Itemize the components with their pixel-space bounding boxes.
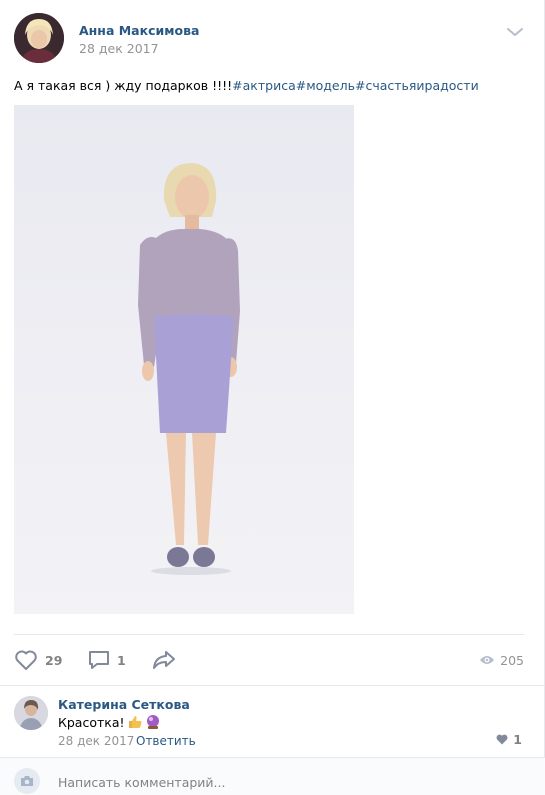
views-indicator: 205 xyxy=(479,647,524,673)
comment-like-count: 1 xyxy=(513,732,522,747)
like-count: 29 xyxy=(45,652,63,668)
comment-author-avatar[interactable] xyxy=(14,696,48,730)
comment-icon xyxy=(89,651,109,669)
camera-icon[interactable] xyxy=(14,768,40,794)
comments-divider xyxy=(0,685,545,686)
like-button[interactable]: 29 xyxy=(14,647,62,673)
eye-icon xyxy=(480,656,495,664)
views-count: 205 xyxy=(500,652,524,668)
comment-like-button[interactable]: 1 xyxy=(496,732,522,747)
share-button[interactable] xyxy=(152,647,176,673)
comment-button[interactable]: 1 xyxy=(88,647,126,673)
chevron-down-icon[interactable] xyxy=(505,24,525,40)
post-date[interactable]: 28 дек 2017 xyxy=(79,41,159,56)
crystal-ball-emoji-icon xyxy=(146,715,159,729)
share-icon xyxy=(153,651,175,669)
avatar-photo xyxy=(14,696,48,730)
post-author-name[interactable]: Анна Максимова xyxy=(79,23,199,38)
post-actions: 29 1 205 xyxy=(14,647,524,673)
post-hashtags[interactable]: #актриса#модель#счастьяирадости xyxy=(232,78,479,93)
comment-count: 1 xyxy=(117,652,126,668)
comment-date[interactable]: 28 дек 2017 xyxy=(58,734,134,748)
thumbs-up-emoji-icon xyxy=(128,716,141,728)
post-text: А я такая вся ) жду подарков !!!!#актрис… xyxy=(14,78,479,93)
avatar-photo xyxy=(14,13,64,63)
post-photo[interactable] xyxy=(14,105,354,614)
comment-author-name[interactable]: Катерина Сеткова xyxy=(58,697,190,712)
comment-text: Красотка! xyxy=(58,714,161,730)
woman-standing-photo xyxy=(14,105,354,614)
author-avatar[interactable] xyxy=(14,13,64,63)
comment-input[interactable]: Написать комментарий... xyxy=(58,775,225,790)
post-text-body: А я такая вся ) жду подарков !!!! xyxy=(14,78,233,93)
heart-icon xyxy=(15,650,37,670)
comment-text-body: Красотка! xyxy=(58,714,125,730)
heart-icon xyxy=(496,734,508,745)
comment-reply-link[interactable]: Ответить xyxy=(136,734,196,748)
post-divider xyxy=(14,634,524,635)
post-card: Анна Максимова 28 дек 2017 А я такая вся… xyxy=(0,0,545,795)
comment-composer: Написать комментарий... xyxy=(0,757,545,795)
